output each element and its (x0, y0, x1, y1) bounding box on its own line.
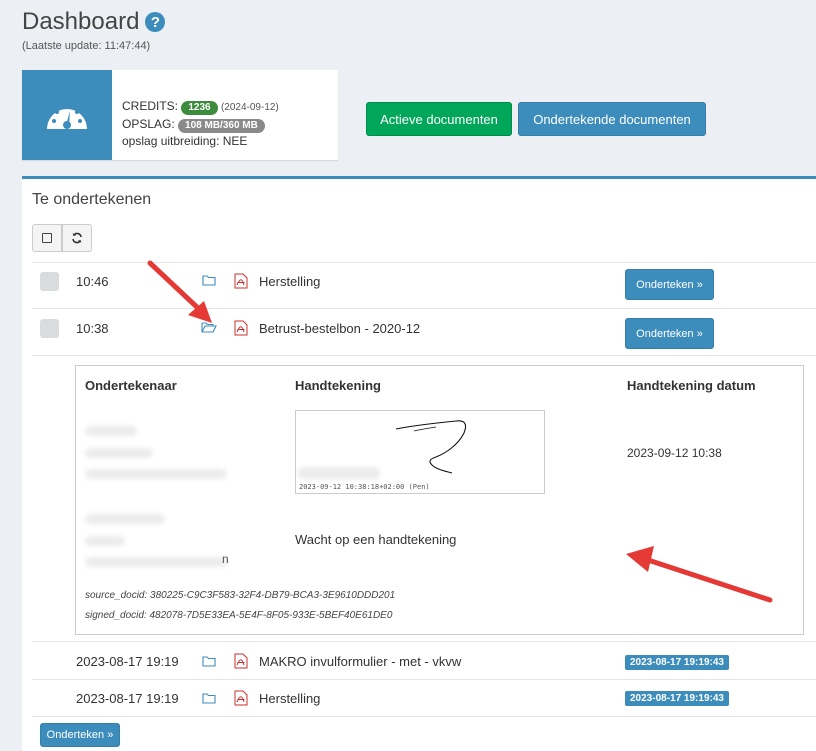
column-header-signature: Handtekening (295, 378, 381, 393)
sign-button[interactable]: Onderteken » (625, 269, 714, 300)
bulk-sign-button[interactable]: Onderteken » (40, 723, 120, 747)
pdf-file-icon (234, 690, 248, 706)
signature-caption: 2023-09-12 10:38:18+02:00 (Pen) (299, 483, 430, 491)
storage-badge: 108 MB/360 MB (178, 119, 265, 133)
storage-extension: opslag uitbreiding: NEE (122, 134, 248, 148)
row-checkbox[interactable] (40, 272, 59, 291)
folder-open-icon[interactable] (201, 321, 217, 333)
signed-documents-button[interactable]: Ondertekende documenten (518, 102, 706, 136)
column-header-signer: Ondertekenaar (85, 378, 177, 393)
row-divider (32, 679, 816, 680)
row-divider (32, 262, 816, 263)
row-divider (32, 308, 816, 309)
date-badge: 2023-08-17 19:19:43 (625, 691, 729, 706)
blurred-name (85, 426, 137, 436)
source-docid: source_docid: 380225-C9C3F583-32F4-DB79-… (85, 590, 396, 601)
credits-line: CREDITS: 1236 (2024-09-12) (122, 98, 279, 116)
to-sign-panel: Te ondertekenen 10:46 Herstelling Ondert… (22, 176, 816, 751)
blurred-email (85, 557, 227, 567)
sign-button[interactable]: Onderteken » (625, 318, 714, 349)
waiting-for-signature: Wacht op een handtekening (295, 532, 457, 547)
blurred-company (85, 536, 125, 546)
handwritten-signature-drawing (298, 420, 467, 479)
row-time: 10:38 (76, 321, 109, 336)
row-divider (32, 355, 816, 356)
row-divider (32, 716, 816, 717)
select-all-button[interactable] (32, 224, 62, 252)
folder-icon[interactable] (202, 692, 216, 704)
storage-line: OPSLAG: 108 MB/360 MB (122, 116, 279, 133)
panel-title: Te ondertekenen (32, 191, 152, 208)
row-checkbox[interactable] (40, 319, 59, 338)
blurred-company (85, 448, 153, 458)
stats-content: CREDITS: 1236 (2024-09-12) OPSLAG: 108 M… (122, 98, 279, 150)
page-title-text: Dashboard (22, 8, 140, 35)
blurred-email (85, 469, 227, 479)
signers-detail-table: Ondertekenaar Handtekening Handtekening … (75, 365, 804, 635)
document-name[interactable]: Herstelling (259, 691, 320, 706)
folder-icon[interactable] (202, 274, 216, 286)
date-badge: 2023-08-17 19:19:43 (625, 655, 729, 670)
storage-label: OPSLAG: (122, 117, 175, 131)
credits-badge: 1236 (181, 101, 218, 115)
row-time: 2023-08-17 19:19 (76, 654, 179, 669)
page-title: Dashboard ? (22, 8, 166, 36)
signed-docid: signed_docid: 482078-7D5E33EA-5E4F-8F05-… (85, 610, 393, 621)
signature-image: 2023-09-12 10:38:18+02:00 (Pen) (295, 410, 545, 494)
blurred-name (85, 514, 165, 524)
row-divider (32, 641, 816, 642)
stats-icon-area (22, 70, 112, 160)
credits-date: (2024-09-12) (220, 102, 279, 113)
credits-label: CREDITS: (122, 99, 179, 113)
pdf-file-icon (234, 653, 248, 669)
pdf-file-icon (234, 320, 248, 336)
row-time: 10:46 (76, 274, 109, 289)
row-time: 2023-08-17 19:19 (76, 691, 179, 706)
question-circle-icon[interactable]: ? (145, 12, 166, 32)
document-name[interactable]: Betrust-bestelbon - 2020-12 (259, 321, 420, 336)
active-documents-button[interactable]: Actieve documenten (366, 102, 512, 136)
last-update-text: (Laatste update: 11:47:44) (22, 40, 151, 52)
checkbox-icon (42, 233, 52, 243)
folder-icon[interactable] (202, 655, 216, 667)
email-fragment: n (222, 552, 229, 566)
stats-box: CREDITS: 1236 (2024-09-12) OPSLAG: 108 M… (22, 70, 338, 160)
gauge-icon (47, 105, 87, 129)
refresh-icon (72, 232, 82, 244)
refresh-button[interactable] (62, 224, 92, 252)
document-name[interactable]: Herstelling (259, 274, 320, 289)
signature-date: 2023-09-12 10:38 (627, 446, 722, 460)
pdf-file-icon (234, 273, 248, 289)
column-header-signature-date: Handtekening datum (627, 378, 756, 393)
document-name[interactable]: MAKRO invulformulier - met - vkvw (259, 654, 461, 669)
